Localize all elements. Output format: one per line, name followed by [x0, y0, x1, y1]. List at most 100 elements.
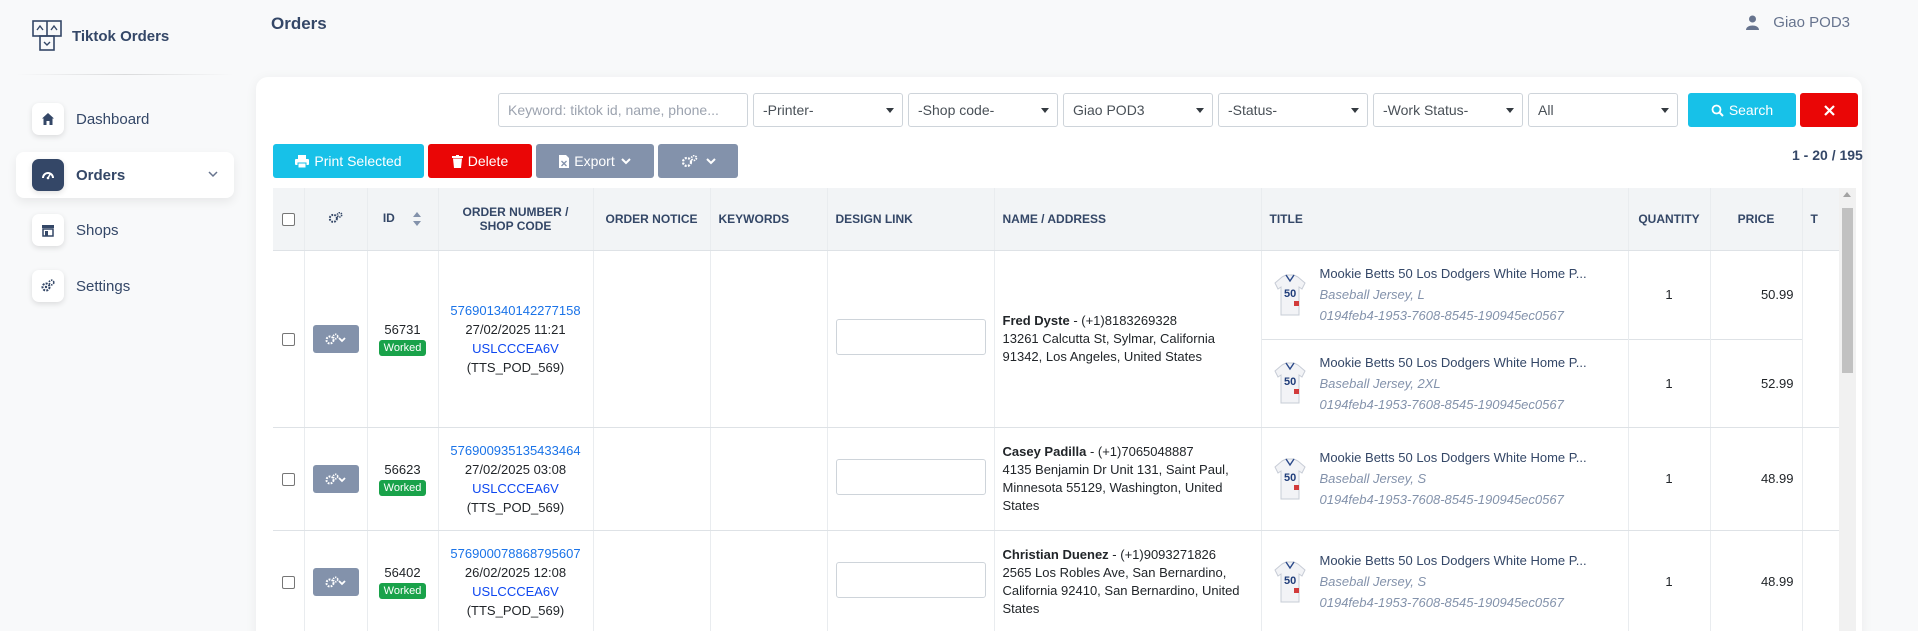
order-number-cell: 576900935135433464 27/02/2025 03:08 USLCCC…	[438, 427, 594, 531]
customer-phone: - (+1)7065048887	[1086, 443, 1194, 459]
dashboard-icon	[32, 159, 64, 191]
price-cell: 50.99 52.99	[1710, 250, 1803, 428]
row-checkbox[interactable]	[281, 576, 295, 590]
customer-phone: - (+1)8183269328	[1069, 312, 1178, 328]
shop-code-link[interactable]: USLCCCEA6V	[439, 339, 593, 358]
row-actions-button[interactable]	[312, 464, 359, 493]
title-cell: 50 Mookie Betts 50 Los Dodgers White Home…	[1261, 530, 1629, 631]
search-button[interactable]: Search	[1688, 93, 1796, 127]
item-sku: 0194feb4-1953-7608-8545-190945ec0567	[1319, 396, 1564, 412]
all-select[interactable]: All	[1528, 93, 1678, 127]
status-select-value: -Status-	[1228, 102, 1278, 118]
row-select-cell	[273, 250, 305, 428]
order-id: 56623	[384, 461, 421, 477]
svg-text:50: 50	[1284, 376, 1296, 388]
print-selected-button[interactable]: Print Selected	[273, 144, 424, 178]
item-title[interactable]: Mookie Betts 50 Los Dodgers White Home P…	[1320, 352, 1587, 373]
order-id: 56402	[384, 564, 421, 580]
delete-button[interactable]: Delete	[428, 144, 532, 178]
gears-icon	[328, 211, 342, 223]
quantity-cell: 1	[1628, 530, 1711, 631]
chevron-down-icon	[621, 158, 631, 165]
sidebar-item-label: Dashboard	[76, 110, 150, 128]
keywords-header: KEYWORDS	[710, 188, 828, 251]
design-link-input[interactable]	[835, 459, 986, 495]
brand-name: Tiktok Orders	[72, 27, 170, 45]
print-icon	[295, 154, 310, 168]
table-row: 56623 Worked 576900935135433464 27/02/2025 …	[273, 427, 1839, 531]
row-checkbox[interactable]	[281, 473, 295, 487]
line-item-text: Mookie Betts 50 Los Dodgers White Home P…	[1320, 263, 1587, 326]
seller-select[interactable]: Giao POD3	[1063, 93, 1213, 127]
delete-label: Delete	[467, 153, 509, 169]
trash-icon	[451, 154, 463, 168]
order-number-link[interactable]: 576900935135433464	[439, 441, 593, 460]
work-status-select[interactable]: -Work Status-	[1373, 93, 1523, 127]
user-menu[interactable]: Giao POD3	[1746, 14, 1850, 31]
row-checkbox[interactable]	[281, 333, 295, 347]
row-actions-cell	[304, 427, 368, 531]
order-number-link[interactable]: 576900078868795607	[439, 544, 593, 563]
row-actions-cell	[304, 250, 368, 428]
seller-select-value: Giao POD3	[1073, 102, 1145, 118]
line-item-text: Mookie Betts 50 Los Dodgers White Home P…	[1320, 550, 1587, 613]
status-select[interactable]: -Status-	[1218, 93, 1368, 127]
jersey-thumbnail: 50	[1273, 458, 1306, 499]
item-title[interactable]: Mookie Betts 50 Los Dodgers White Home P…	[1320, 550, 1587, 571]
export-button[interactable]: Export	[536, 144, 654, 178]
name-address-cell: Christian Duenez - (+1)9093271826 2565 Lo…	[994, 530, 1262, 631]
orders-table-wrapper: ID ORDER NUMBER / SHOP CODE ORDER NOTICE…	[273, 188, 1839, 631]
price-header: PRICE	[1710, 188, 1803, 251]
select-all-checkbox[interactable]	[281, 212, 295, 226]
orders-table: ID ORDER NUMBER / SHOP CODE ORDER NOTICE…	[273, 188, 1839, 631]
file-excel-icon	[559, 154, 570, 168]
order-number-link[interactable]: 576901340142277158	[439, 301, 593, 320]
name-address-cell: Fred Dyste - (+1)8183269328 13261 Calcutt…	[994, 250, 1262, 428]
sidebar: Tiktok Orders Dashboard Orders Shops Set…	[0, 0, 250, 631]
shop-icon	[32, 214, 64, 246]
shop-code-select[interactable]: -Shop code-	[908, 93, 1058, 127]
price-cell: 48.99	[1710, 530, 1803, 631]
brand-divider	[16, 74, 234, 75]
id-header[interactable]: ID	[367, 188, 439, 251]
sidebar-item-label: Orders	[76, 166, 126, 184]
table-scrollbar[interactable]	[1839, 188, 1856, 631]
gears-icon	[325, 332, 346, 344]
row-actions-button[interactable]	[312, 567, 359, 596]
svg-text:50: 50	[1284, 288, 1296, 300]
item-sku: 0194feb4-1953-7608-8545-190945ec0567	[1319, 308, 1564, 323]
shop-code-link[interactable]: USLCCCEA6V	[439, 479, 593, 498]
sidebar-item-dashboard[interactable]: Dashboard	[16, 96, 234, 142]
sidebar-item-orders[interactable]: Orders	[16, 152, 234, 198]
design-link-cell	[827, 427, 995, 531]
row-actions-cell	[304, 530, 368, 631]
shop-code-link[interactable]: USLCCCEA6V	[439, 582, 593, 601]
work-status-select-value: -Work Status-	[1383, 102, 1469, 118]
clear-filters-button[interactable]	[1800, 93, 1858, 127]
scroll-up-arrow-icon[interactable]	[1843, 192, 1851, 197]
shop-name: (TTS_POD_569)	[466, 499, 565, 515]
item-title[interactable]: Mookie Betts 50 Los Dodgers White Home P…	[1320, 263, 1587, 284]
search-button-label: Search	[1728, 102, 1774, 118]
design-link-input[interactable]	[835, 562, 986, 598]
keyword-search-input[interactable]: Keyword: tiktok id, name, phone...	[498, 93, 748, 127]
row-select-cell	[273, 530, 305, 631]
order-number-header: ORDER NUMBER / SHOP CODE	[438, 188, 594, 251]
sidebar-item-settings[interactable]: Settings	[16, 263, 234, 309]
svg-text:50: 50	[1284, 472, 1296, 484]
id-header-label: ID	[382, 210, 395, 225]
item-title[interactable]: Mookie Betts 50 Los Dodgers White Home P…	[1320, 447, 1587, 468]
row-actions-button[interactable]	[312, 324, 359, 353]
id-cell: 56623 Worked	[367, 427, 439, 531]
scroll-thumb[interactable]	[1842, 208, 1853, 373]
item-variant: Baseball Jersey, 2XL	[1319, 375, 1441, 391]
row-select-cell	[273, 427, 305, 531]
design-link-input[interactable]	[835, 319, 986, 355]
caret-down-icon	[1196, 108, 1204, 113]
brand[interactable]: Tiktok Orders	[32, 20, 169, 52]
actions-dropdown-button[interactable]	[658, 144, 738, 178]
printer-select[interactable]: -Printer-	[753, 93, 903, 127]
sidebar-item-shops[interactable]: Shops	[16, 207, 234, 253]
gears-icon	[325, 472, 346, 484]
item-sku: 0194feb4-1953-7608-8545-190945ec0567	[1319, 595, 1564, 610]
